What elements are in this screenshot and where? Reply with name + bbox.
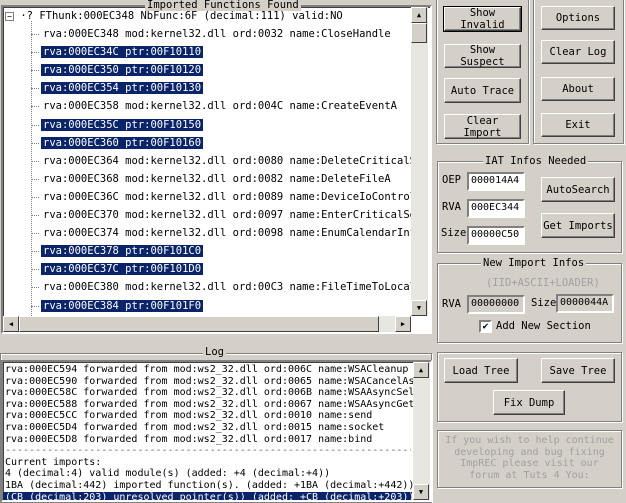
tree-item-label: rva:000EC380 mod:kernel32.dll ord:00C3 n… [43,281,411,294]
log-selected-line[interactable]: (CB (decimal:203) unresolved pointer(s))… [3,491,414,500]
tree-item-label: rva:000EC358 mod:kernel32.dll ord:004C n… [43,100,398,113]
tree-item-label: rva:000EC348 mod:kernel32.dll ord:0032 n… [43,28,391,41]
tree-panel-title: Imported Functions Found [145,0,301,11]
load-tree-button[interactable]: Load Tree [444,358,518,383]
scroll-thumb[interactable] [19,316,379,332]
log-scrollbar[interactable]: ▲ ▼ [413,362,430,500]
tree-item-label: rva:000EC370 mod:kernel32.dll ord:0097 n… [43,209,411,222]
oep-label: OEP [442,174,461,186]
auto-trace-button[interactable]: Auto Trace [444,78,521,103]
tree-item[interactable]: rva:000EC380 mod:kernel32.dll ord:00C3 n… [3,278,411,296]
options-button[interactable]: Options [541,6,615,30]
new-size-label: Size [531,297,557,309]
tree-item-label: rva:000EC37C ptr:00F101D0 [41,263,204,276]
tree-item[interactable]: rva:000EC360 ptr:00F10160 [3,134,411,152]
tree-vertical-scrollbar[interactable]: ▲ ▼ [411,7,428,316]
tree-item[interactable]: rva:000EC354 ptr:00F10130 [3,79,411,97]
fix-dump-button[interactable]: Fix Dump [493,390,565,415]
info-box: If you wish to help continue developing … [437,430,622,488]
tree-horizontal-scrollbar[interactable]: ◀ ▶ [3,316,411,332]
exit-button[interactable]: Exit [541,113,615,137]
tree-item[interactable]: rva:000EC34C ptr:00F10110 [3,43,411,61]
add-new-section-checkbox[interactable]: ✔ [479,320,492,333]
tree-item[interactable]: rva:000EC36C mod:kernel32.dll ord:0089 n… [3,188,411,206]
new-import-subtitle: (IID+ASCII+LOADER) [486,277,600,289]
tree-item-label: rva:000EC364 mod:kernel32.dll ord:0080 n… [43,154,411,167]
tree-item[interactable]: rva:000EC350 ptr:00F10120 [3,61,411,79]
rva-label: RVA [442,201,461,213]
tree-item-label: rva:000EC354 ptr:00F10130 [41,82,204,95]
tree-item-label: rva:000EC384 ptr:00F101F0 [41,299,204,312]
add-new-section-label: Add New Section [496,320,591,332]
log-line[interactable]: rva:000EC5CC forwarded from mod:ws2_32.d… [3,410,430,422]
log-title: Log [203,346,226,358]
scroll-up-icon[interactable]: ▲ [413,362,429,378]
tree-item[interactable]: rva:000EC370 mod:kernel32.dll ord:0097 n… [3,206,411,224]
new-import-title: New Import Infos [481,257,587,269]
scroll-left-icon[interactable]: ◀ [3,316,19,332]
tree-item-label: rva:000EC35C ptr:00F10150 [41,118,204,131]
save-tree-button[interactable]: Save Tree [541,358,615,383]
log-line[interactable]: rva:000EC5D8 forwarded from mod:ws2_32.d… [3,434,430,446]
size-label: Size [441,227,467,239]
log-line[interactable]: rva:000EC594 forwarded from mod:ws2_32.d… [3,364,430,376]
tree-item[interactable]: rva:000EC374 mod:kernel32.dll ord:0098 n… [3,224,411,242]
show-suspect-button[interactable]: Show Suspect [444,44,521,68]
iat-size-input[interactable]: 00000C50 [467,226,525,245]
tree-item[interactable]: rva:000EC35C ptr:00F10150 [3,116,411,134]
tree-item-label: rva:000EC374 mod:kernel32.dll ord:0098 n… [43,227,411,240]
log-line[interactable]: Current imports: [3,457,430,469]
about-button[interactable]: About [541,77,615,101]
tree-item[interactable]: rva:000EC378 ptr:00F101C0 [3,242,411,260]
tree-item[interactable]: rva:000EC358 mod:kernel32.dll ord:004C n… [3,97,411,115]
log-line[interactable]: 1BA (decimal:442) imported function(s). … [3,480,430,492]
scroll-right-icon[interactable]: ▶ [395,316,411,332]
tree-item-label: rva:000EC368 mod:kernel32.dll ord:0082 n… [43,172,391,185]
clear-import-button[interactable]: Clear Import [444,114,521,139]
autosearch-button[interactable]: AutoSearch [541,177,615,202]
iat-rva-input[interactable]: 000EC344 [467,199,525,218]
log-line[interactable]: rva:000EC58C forwarded from mod:ws2_32.d… [3,387,430,399]
tree-item-label: rva:000EC34C ptr:00F10110 [41,46,204,59]
tree-item-label: rva:000EC360 ptr:00F10160 [41,136,204,149]
log-line[interactable]: rva:000EC588 forwarded from mod:ws2_32.d… [3,399,430,411]
log-line[interactable]: ----------------------------------------… [3,445,411,457]
scroll-up-icon[interactable]: ▲ [411,7,427,23]
log-list[interactable]: rva:000EC594 forwarded from mod:ws2_32.d… [1,360,432,502]
show-invalid-button[interactable]: Show Invalid [443,6,522,32]
scroll-down-icon[interactable]: ▼ [413,484,429,500]
log-line[interactable]: rva:000EC5D4 forwarded from mod:ws2_32.d… [3,422,430,434]
tree-root-label: FThunk:000EC348 NbFunc:6F (decimal:111) … [39,10,343,22]
tree-item[interactable]: rva:000EC37C ptr:00F101D0 [3,260,411,278]
collapse-icon[interactable]: − [5,11,14,21]
scroll-down-icon[interactable]: ▼ [411,300,427,316]
iat-infos-group [437,161,622,253]
oep-input[interactable]: 000014A4 [467,172,525,191]
tree-item[interactable]: rva:000EC368 mod:kernel32.dll ord:0082 n… [3,170,411,188]
tree-item-label: rva:000EC378 ptr:00F101C0 [41,245,204,258]
new-size-input[interactable]: 0000044A [556,294,614,313]
new-rva-input[interactable]: 00000000 [467,295,525,314]
tree-item-label: rva:000EC36C mod:kernel32.dll ord:0089 n… [43,190,411,203]
get-imports-button[interactable]: Get Imports [541,213,615,238]
log-line[interactable]: 4 (decimal:4) valid module(s) (added: +4… [3,468,430,480]
tree-item[interactable]: rva:000EC364 mod:kernel32.dll ord:0080 n… [3,152,411,170]
clear-log-button[interactable]: Clear Log [541,40,615,64]
log-line[interactable]: rva:000EC590 forwarded from mod:ws2_32.d… [3,376,430,388]
tree-item-label: rva:000EC350 ptr:00F10120 [41,64,204,77]
info-text: If you wish to help continue developing … [445,435,614,481]
imported-functions-tree[interactable]: − ·? FThunk:000EC348 NbFunc:6F (decimal:… [1,5,432,334]
tree-item[interactable]: rva:000EC384 ptr:00F101F0 [3,297,411,315]
iat-title: IAT Infos Needed [483,155,589,167]
new-rva-label: RVA [442,298,461,310]
tree-item[interactable]: rva:000EC348 mod:kernel32.dll ord:0032 n… [3,25,411,43]
scroll-thumb[interactable] [411,23,427,43]
